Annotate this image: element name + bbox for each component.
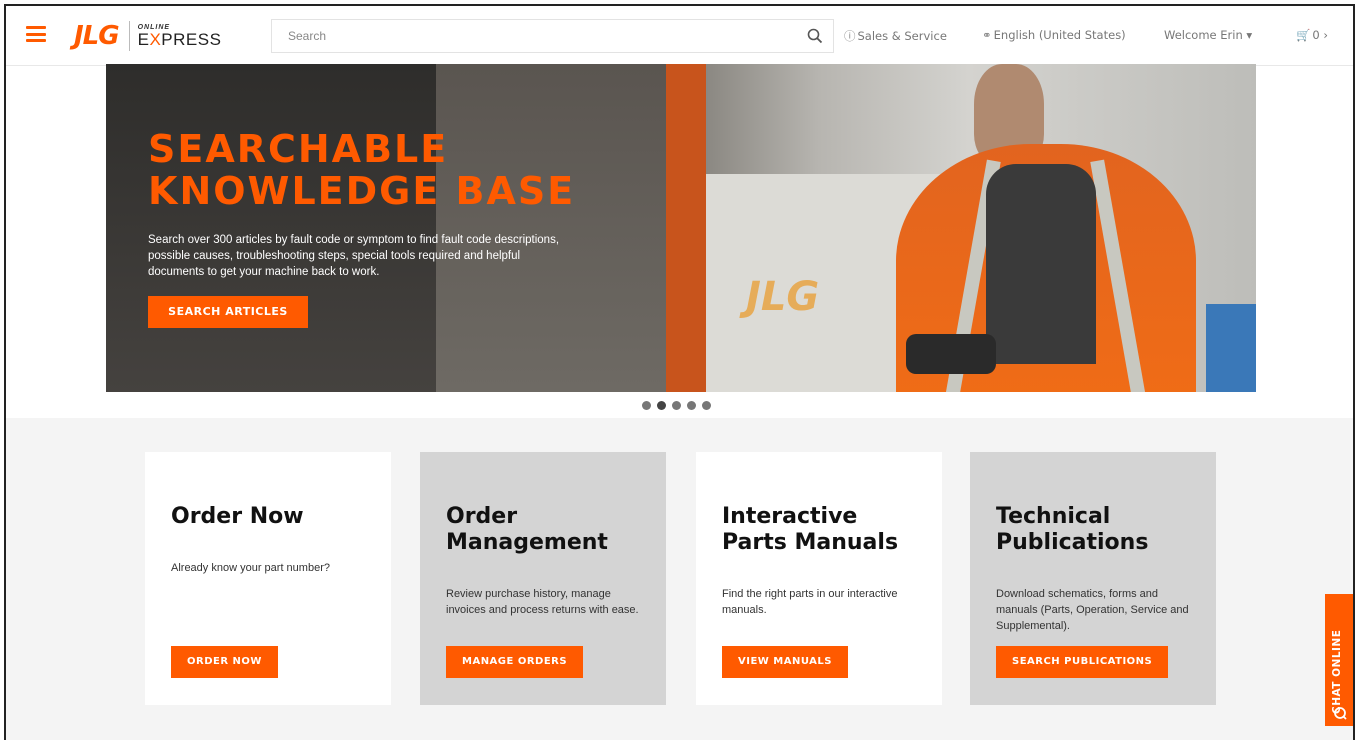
hero-bg-orange-beam bbox=[666, 64, 706, 392]
carousel-dot[interactable] bbox=[702, 401, 711, 410]
search-articles-button[interactable]: SEARCH ARTICLES bbox=[148, 296, 308, 328]
carousel-dot[interactable] bbox=[642, 401, 651, 410]
chat-online-tab[interactable]: CHAT ONLINE bbox=[1325, 594, 1353, 726]
logo-express-e: E bbox=[137, 30, 150, 49]
hero-worker-hoodie bbox=[986, 164, 1096, 364]
hero-banner: JLG SEARCHABLE KNOWLEDGE BASE Search ove… bbox=[106, 64, 1256, 392]
online-express-wordmark: ONLINE EXPRESS bbox=[138, 24, 222, 48]
chat-online-label: CHAT ONLINE bbox=[1331, 629, 1343, 714]
page-frame: JLG ONLINE EXPRESS ⓘSales & Service ⚭Eng… bbox=[4, 4, 1355, 740]
language-selector[interactable]: ⚭ English (United States) bbox=[982, 28, 1126, 42]
hero-bg-panel bbox=[436, 64, 696, 392]
technical-publications-card: Technical Publications Download schemati… bbox=[970, 452, 1216, 705]
logo-express-x: X bbox=[149, 30, 162, 49]
hero-bg-blue-panel bbox=[1206, 304, 1256, 392]
cart-icon: 🛒 bbox=[1296, 28, 1311, 42]
chevron-right-icon: › bbox=[1323, 28, 1328, 42]
hero-title-line2: KNOWLEDGE BASE bbox=[148, 169, 576, 213]
top-header: JLG ONLINE EXPRESS ⓘSales & Service ⚭Eng… bbox=[6, 6, 1353, 66]
order-now-button[interactable]: ORDER NOW bbox=[171, 646, 278, 678]
chat-bubble-icon bbox=[1334, 707, 1347, 720]
search-publications-button[interactable]: SEARCH PUBLICATIONS bbox=[996, 646, 1169, 678]
carousel-dot[interactable] bbox=[687, 401, 696, 410]
order-management-card: Order Management Review purchase history… bbox=[420, 452, 666, 705]
card-title: Order Now bbox=[171, 504, 304, 529]
quick-links-section: Order Now Already know your part number?… bbox=[6, 418, 1353, 740]
jlg-online-express-logo[interactable]: JLG ONLINE EXPRESS bbox=[74, 19, 221, 53]
hero-worker-device bbox=[906, 334, 996, 374]
search-icon[interactable] bbox=[807, 28, 823, 44]
sales-service-link[interactable]: ⓘ Sales & Service bbox=[844, 28, 947, 44]
logo-express-text: EXPRESS bbox=[138, 31, 222, 48]
sales-service-label: Sales & Service bbox=[857, 29, 947, 43]
carousel-dot[interactable] bbox=[672, 401, 681, 410]
jlg-logo-text: JLG bbox=[74, 21, 120, 51]
welcome-label: Welcome Erin bbox=[1164, 28, 1243, 42]
cart-link[interactable]: 🛒 0 › bbox=[1296, 28, 1328, 42]
chevron-down-icon: ▾ bbox=[1246, 28, 1253, 42]
language-label: English (United States) bbox=[993, 28, 1126, 42]
info-icon: ⓘ bbox=[844, 29, 856, 43]
card-title: Order Management bbox=[446, 504, 608, 555]
logo-divider bbox=[128, 21, 130, 51]
hero-bg-machine bbox=[106, 64, 436, 392]
hamburger-menu-icon[interactable] bbox=[26, 26, 46, 42]
search-bar bbox=[271, 19, 834, 53]
hero-title: SEARCHABLE KNOWLEDGE BASE bbox=[148, 128, 668, 212]
card-description: Already know your part number? bbox=[171, 562, 330, 574]
order-now-card: Order Now Already know your part number?… bbox=[145, 452, 391, 705]
carousel-dots bbox=[642, 401, 711, 410]
card-title: Interactive Parts Manuals bbox=[722, 504, 899, 555]
hero-description: Search over 300 articles by fault code o… bbox=[148, 234, 560, 278]
card-description: Review purchase history, manage invoices… bbox=[446, 588, 639, 616]
cart-count: 0 bbox=[1312, 28, 1320, 42]
card-title: Technical Publications bbox=[996, 504, 1149, 555]
search-input[interactable] bbox=[272, 20, 772, 52]
account-menu[interactable]: Welcome Erin ▾ bbox=[1164, 28, 1252, 42]
hero-title-line1: SEARCHABLE bbox=[148, 127, 449, 171]
hero-jlg-watermark: JLG bbox=[746, 274, 820, 320]
logo-express-rest: PRESS bbox=[161, 30, 222, 49]
view-manuals-button[interactable]: VIEW MANUALS bbox=[722, 646, 848, 678]
interactive-parts-manuals-card: Interactive Parts Manuals Find the right… bbox=[696, 452, 942, 705]
manage-orders-button[interactable]: MANAGE ORDERS bbox=[446, 646, 584, 678]
card-description: Download schematics, forms and manuals (… bbox=[996, 588, 1189, 632]
globe-icon: ⚭ bbox=[982, 28, 992, 42]
card-description: Find the right parts in our interactive … bbox=[722, 588, 898, 616]
carousel-dot-active[interactable] bbox=[657, 401, 666, 410]
